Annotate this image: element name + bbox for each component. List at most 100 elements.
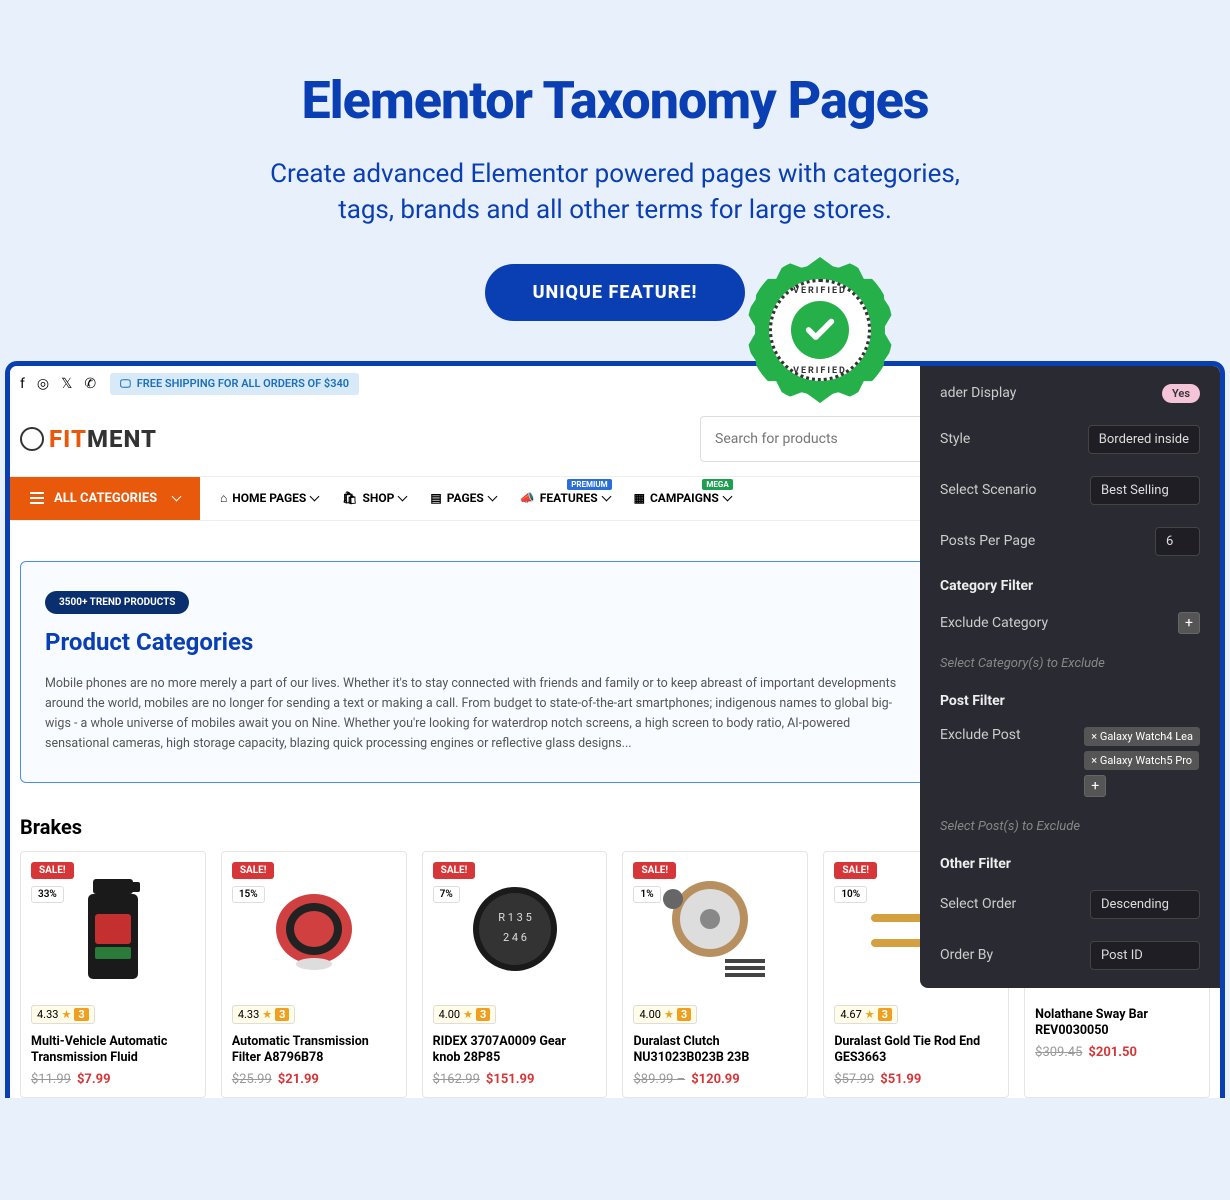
twitter-icon[interactable]: 𝕏 bbox=[61, 376, 72, 392]
hero-section: Elementor Taxonomy Pages Create advanced… bbox=[0, 0, 1230, 361]
discount-badge: 33% bbox=[31, 886, 64, 903]
badge-text-bottom: VERIFIED bbox=[793, 366, 847, 376]
product-image: R 1 3 52 4 6 bbox=[433, 862, 597, 997]
product-card[interactable]: SALE! 33% 4.33★3 Multi-Vehicle Automatic… bbox=[20, 851, 206, 1099]
info-card: 3500+ TREND PRODUCTS Product Categories … bbox=[20, 561, 935, 783]
page-icon: ▤ bbox=[430, 491, 441, 505]
cta-button[interactable]: UNIQUE FEATURE! bbox=[485, 264, 746, 321]
product-price: $25.99$21.99 bbox=[232, 1072, 396, 1087]
bag-icon: 🛍 bbox=[342, 491, 357, 505]
sale-badge: SALE! bbox=[433, 862, 476, 879]
nav-features[interactable]: PREMIUM 📣 FEATURES bbox=[510, 477, 620, 519]
product-price: $89.99 – $120.99 bbox=[633, 1072, 797, 1087]
nav-campaigns[interactable]: MEGA ▦ CAMPAIGNS bbox=[624, 477, 741, 519]
heading-other-filter: Other Filter bbox=[940, 856, 1200, 872]
rating: 4.67 ★3 bbox=[834, 1005, 898, 1024]
rating-val: 4.00 bbox=[639, 1008, 660, 1021]
rating: 4.33★3 bbox=[232, 1005, 296, 1024]
price-old: $57.99 bbox=[834, 1072, 874, 1087]
price-new: $201.50 bbox=[1088, 1045, 1137, 1060]
sale-badge: SALE! bbox=[633, 862, 676, 879]
price-new: $120.99 bbox=[691, 1072, 740, 1087]
rating: 4.33★3 bbox=[31, 1005, 95, 1024]
info-title: Product Categories bbox=[45, 628, 910, 656]
nav-pages[interactable]: ▤ PAGES bbox=[420, 477, 505, 519]
elementor-settings-panel: ader Display Yes Style Bordered inside S… bbox=[920, 366, 1220, 988]
chip-watch5[interactable]: × Galaxy Watch5 Pro bbox=[1084, 751, 1199, 770]
product-image bbox=[232, 862, 396, 997]
star-icon: ★ bbox=[664, 1008, 674, 1021]
logo[interactable]: FITMENT bbox=[20, 425, 157, 453]
chevron-down-icon bbox=[310, 492, 320, 502]
social-icons: f ◎ 𝕏 ✆ bbox=[20, 376, 96, 392]
setting-label-style: Style bbox=[940, 431, 970, 447]
star-icon: ★ bbox=[865, 1008, 875, 1021]
hero-subtitle: Create advanced Elementor powered pages … bbox=[265, 156, 965, 229]
nav-label: PAGES bbox=[447, 491, 484, 505]
rating-count: 3 bbox=[275, 1008, 289, 1021]
chevron-down-icon bbox=[172, 492, 182, 502]
all-categories-button[interactable]: ALL CATEGORIES bbox=[10, 477, 200, 520]
megaphone-icon: 📣 bbox=[520, 491, 535, 505]
setting-label-exclude-cat: Exclude Category bbox=[940, 615, 1048, 631]
nav-label: FEATURES bbox=[540, 491, 598, 505]
product-card[interactable]: SALE! 15% 4.33★3 Automatic Transmission … bbox=[221, 851, 407, 1099]
product-image bbox=[633, 862, 797, 997]
rating: 4.00 ★3 bbox=[633, 1005, 697, 1024]
rating-count: 3 bbox=[878, 1008, 892, 1021]
product-price: $11.99$7.99 bbox=[31, 1072, 195, 1087]
hero-title: Elementor Taxonomy Pages bbox=[40, 70, 1190, 131]
select-orderby[interactable]: Post ID bbox=[1090, 941, 1200, 970]
product-name: RIDEX 3707A0009 Gear knob 28P85 bbox=[433, 1034, 597, 1067]
info-desc: Mobile phones are no more merely a part … bbox=[45, 674, 910, 754]
setting-label-posts: Posts Per Page bbox=[940, 533, 1035, 549]
product-card[interactable]: SALE! 1% 4.00★3 Duralast Clutch NU31023B… bbox=[622, 851, 808, 1099]
toggle-header-display[interactable]: Yes bbox=[1162, 384, 1200, 403]
add-category-button[interactable]: + bbox=[1178, 612, 1200, 634]
rating-val: 4.33 bbox=[238, 1008, 259, 1021]
product-name: Duralast Clutch NU31023B023B 23B bbox=[633, 1034, 797, 1067]
select-order[interactable]: Descending bbox=[1090, 890, 1200, 919]
price-old: $89.99 – bbox=[633, 1072, 685, 1087]
shipping-text: FREE SHIPPING FOR ALL ORDERS OF $340 bbox=[137, 377, 349, 390]
viber-icon[interactable]: ✆ bbox=[84, 376, 96, 392]
premium-badge: PREMIUM bbox=[567, 479, 611, 490]
instagram-icon[interactable]: ◎ bbox=[37, 376, 49, 392]
logo-fit: FIT bbox=[49, 425, 87, 453]
facebook-icon[interactable]: f bbox=[20, 376, 25, 392]
product-name: Nolathane Sway Bar REV0030050 bbox=[1035, 1007, 1199, 1040]
product-name: Duralast Gold Tie Rod End GES3663 bbox=[834, 1034, 998, 1067]
input-posts-per-page[interactable]: 6 bbox=[1155, 527, 1200, 556]
nav-shop[interactable]: 🛍 SHOP bbox=[332, 477, 416, 519]
chip-watch4[interactable]: × Galaxy Watch4 Lea bbox=[1084, 727, 1200, 746]
rating-val: 4.67 bbox=[840, 1008, 861, 1021]
product-price: $309.45$201.50 bbox=[1035, 1045, 1199, 1060]
price-new: $151.99 bbox=[486, 1072, 535, 1087]
nav-label: CAMPAIGNS bbox=[650, 491, 719, 505]
setting-label-orderby: Order By bbox=[940, 947, 993, 963]
sale-badge: SALE! bbox=[834, 862, 877, 879]
star-icon: ★ bbox=[463, 1008, 473, 1021]
setting-label-header-display: ader Display bbox=[940, 385, 1016, 401]
hint-exclude-post: Select Post(s) to Exclude bbox=[940, 819, 1200, 834]
price-old: $162.99 bbox=[433, 1072, 480, 1087]
badge-text-top: VERIFIED bbox=[793, 286, 847, 296]
rating-count: 3 bbox=[677, 1008, 691, 1021]
rating-count: 3 bbox=[476, 1008, 490, 1021]
select-scenario[interactable]: Best Selling bbox=[1090, 476, 1200, 505]
checkmark-icon bbox=[791, 301, 849, 359]
select-style[interactable]: Bordered inside bbox=[1088, 425, 1200, 454]
product-card[interactable]: SALE! 7% R 1 3 52 4 6 4.00★3 RIDEX 3707A… bbox=[422, 851, 608, 1099]
svg-text:2 4 6: 2 4 6 bbox=[503, 931, 527, 944]
star-icon: ★ bbox=[61, 1008, 71, 1021]
shipping-banner: 🖵 FREE SHIPPING FOR ALL ORDERS OF $340 bbox=[110, 373, 359, 395]
price-new: $51.99 bbox=[880, 1072, 921, 1087]
product-price: $57.99 $51.99 bbox=[834, 1072, 998, 1087]
nav-home-pages[interactable]: ⌂ HOME PAGES bbox=[210, 477, 328, 519]
star-icon: ★ bbox=[262, 1008, 272, 1021]
logo-icon bbox=[20, 427, 44, 451]
hint-exclude-cat: Select Category(s) to Exclude bbox=[940, 656, 1200, 671]
chevron-down-icon bbox=[487, 492, 497, 502]
nav-label: HOME PAGES bbox=[232, 491, 306, 505]
add-post-button[interactable]: + bbox=[1084, 775, 1106, 797]
